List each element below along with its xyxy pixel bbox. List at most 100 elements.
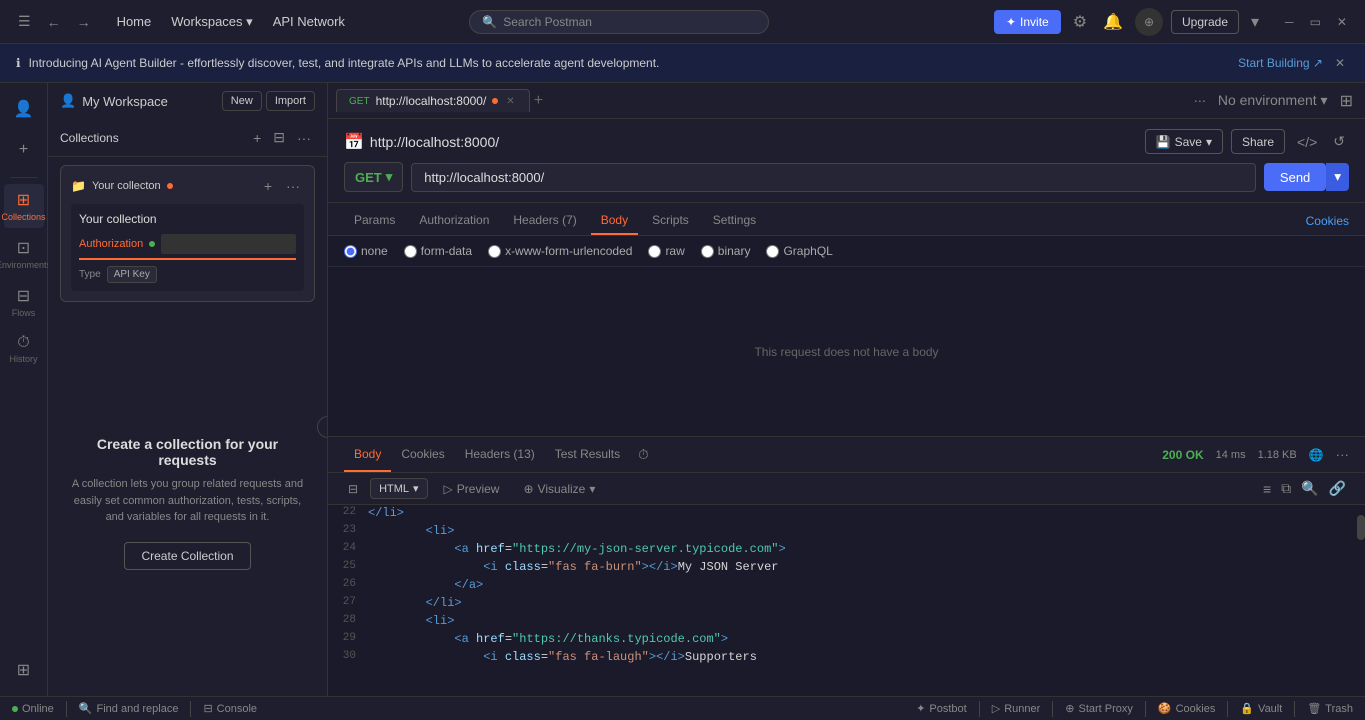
sidebar-item-collections[interactable]: ⊞ Collections xyxy=(4,184,44,228)
tab-headers[interactable]: Headers (7) xyxy=(503,207,586,235)
card-more-icon[interactable]: ··· xyxy=(282,176,304,196)
add-tab-button[interactable]: + xyxy=(534,92,543,110)
divider-1 xyxy=(66,701,67,717)
close-button[interactable]: ✕ xyxy=(1331,11,1353,33)
forward-icon[interactable]: → xyxy=(71,10,97,34)
start-proxy-item[interactable]: ⊕ Start Proxy xyxy=(1065,702,1133,715)
create-collection-button[interactable]: Create Collection xyxy=(124,542,250,570)
upgrade-button[interactable]: Upgrade xyxy=(1171,10,1239,34)
wrap-icon[interactable]: ⊟ xyxy=(344,478,362,500)
minimize-button[interactable]: ─ xyxy=(1279,11,1300,33)
share-button[interactable]: Share xyxy=(1231,129,1285,154)
banner-close-icon[interactable]: ✕ xyxy=(1331,52,1349,74)
vault-item[interactable]: 🔒 Vault xyxy=(1240,702,1282,715)
online-status[interactable]: Online xyxy=(12,703,54,715)
format-select[interactable]: HTML ▾ xyxy=(370,478,427,499)
tab-settings[interactable]: Settings xyxy=(703,207,766,235)
import-button[interactable]: Import xyxy=(266,91,315,111)
postbot-item[interactable]: ✦ Postbot xyxy=(916,702,967,715)
runner-item[interactable]: ▷ Runner xyxy=(992,702,1041,715)
menu-icon[interactable]: ☰ xyxy=(12,9,37,34)
body-option-form-data[interactable]: form-data xyxy=(404,244,472,258)
home-link[interactable]: Home xyxy=(109,10,160,33)
search-resp-icon[interactable]: 🔍 xyxy=(1298,477,1321,500)
link-icon[interactable]: 🔗 xyxy=(1326,477,1349,500)
sidebar-item-workspace[interactable]: 👤 xyxy=(4,93,44,125)
resp-tab-body[interactable]: Body xyxy=(344,437,391,472)
tab-params[interactable]: Params xyxy=(344,207,405,235)
add-collection-icon[interactable]: + xyxy=(249,127,265,148)
panel-more-icon[interactable]: ··· xyxy=(293,127,315,148)
find-replace-icon: 🔍 xyxy=(79,702,93,715)
save-button[interactable]: 💾 Save ▾ xyxy=(1145,129,1223,154)
code-line-29: 29 <a href="https://thanks.typicode.com"… xyxy=(328,631,1365,649)
invite-button[interactable]: ✦ Invite xyxy=(994,10,1061,34)
avatar[interactable]: ⊕ xyxy=(1135,8,1163,36)
body-option-urlencoded[interactable]: x-www-form-urlencoded xyxy=(488,244,632,258)
resp-history-icon[interactable]: ⏱ xyxy=(638,447,648,463)
preview-button[interactable]: ▷ Preview xyxy=(436,479,508,499)
trash-item[interactable]: 🗑 Trash xyxy=(1307,702,1353,715)
notifications-icon[interactable]: 🔔 xyxy=(1099,8,1127,36)
body-option-binary[interactable]: binary xyxy=(701,244,751,258)
list-view-icon[interactable]: ≡ xyxy=(1260,477,1274,500)
url-label: 📅 http://localhost:8000/ xyxy=(344,132,499,152)
layout-icon[interactable]: ⊞ xyxy=(1336,87,1357,115)
copy-icon[interactable]: ⧉ xyxy=(1278,477,1294,500)
api-network-link[interactable]: API Network xyxy=(265,10,353,33)
resp-tab-test-results[interactable]: Test Results xyxy=(545,437,630,472)
card-add-icon[interactable]: + xyxy=(260,176,276,196)
env-selector[interactable]: No environment ▾ xyxy=(1214,87,1332,115)
tab-authorization[interactable]: Authorization xyxy=(409,207,499,235)
send-dropdown-button[interactable]: ▾ xyxy=(1326,163,1349,191)
sidebar-item-history[interactable]: ⏱ History xyxy=(4,328,44,370)
trash-label: Trash xyxy=(1325,703,1353,715)
body-option-raw[interactable]: raw xyxy=(648,244,684,258)
new-button[interactable]: New xyxy=(222,91,262,111)
resp-tab-cookies[interactable]: Cookies xyxy=(391,437,454,472)
tab-close-button[interactable]: ✕ xyxy=(504,96,516,107)
cookies-link[interactable]: Cookies xyxy=(1306,214,1349,228)
code-view-icon[interactable]: </> xyxy=(1293,129,1321,154)
search-icon: 🔍 xyxy=(482,15,497,29)
body-option-none[interactable]: none xyxy=(344,244,388,258)
sidebar-item-add[interactable]: + xyxy=(4,135,44,165)
chevron-down-icon[interactable]: ▾ xyxy=(1247,8,1263,36)
workspaces-link[interactable]: Workspaces ▾ xyxy=(163,10,260,34)
sidebar-item-flows[interactable]: ⊟ Flows xyxy=(4,280,44,324)
send-button[interactable]: Send xyxy=(1264,163,1326,191)
refresh-icon[interactable]: ↺ xyxy=(1329,129,1349,154)
resp-tab-headers[interactable]: Headers (13) xyxy=(455,437,545,472)
response-tabs: Body Cookies Headers (13) Test Results ⏱… xyxy=(328,437,1365,473)
find-replace-item[interactable]: 🔍 Find and replace xyxy=(79,702,179,715)
tab-body[interactable]: Body xyxy=(591,207,638,235)
divider-6 xyxy=(1227,701,1228,717)
titlebar-actions: ✦ Invite ⚙ 🔔 ⊕ Upgrade ▾ xyxy=(994,8,1263,36)
window-controls: ─ ▭ ✕ xyxy=(1279,11,1353,33)
url-input[interactable] xyxy=(411,163,1256,192)
active-request-tab[interactable]: GET http://localhost:8000/ ✕ xyxy=(336,89,530,112)
console-item[interactable]: ⊟ Console xyxy=(203,702,257,715)
settings-icon[interactable]: ⚙ xyxy=(1069,8,1091,36)
filter-icon[interactable]: ⊟ xyxy=(269,127,289,148)
method-select[interactable]: GET ▾ xyxy=(344,162,403,192)
search-bar[interactable]: 🔍 Search Postman xyxy=(469,10,769,34)
scrollbar-track[interactable] xyxy=(1357,505,1365,696)
maximize-button[interactable]: ▭ xyxy=(1304,11,1327,33)
body-option-graphql[interactable]: GraphQL xyxy=(766,244,832,258)
type-dropdown[interactable]: API Key xyxy=(107,266,157,283)
start-building-link[interactable]: Start Building ↗ xyxy=(1238,56,1323,70)
code-area: 22 </li> 23 <li> 24 <a href="https://my-… xyxy=(328,505,1365,696)
resp-more-icon[interactable]: ··· xyxy=(1336,447,1349,462)
cookies-status-item[interactable]: 🍪 Cookies xyxy=(1158,702,1215,715)
visualize-button[interactable]: ⊕ Visualize ▾ xyxy=(515,479,603,499)
sidebar-item-more[interactable]: ⊞ xyxy=(4,654,44,686)
format-label: HTML xyxy=(379,483,409,495)
scrollbar-thumb[interactable] xyxy=(1357,515,1365,540)
tab-url-label: http://localhost:8000/ xyxy=(376,94,487,108)
postbot-label: Postbot xyxy=(929,703,966,715)
tab-more-icon[interactable]: ⋯ xyxy=(1190,87,1210,115)
back-icon[interactable]: ← xyxy=(41,10,67,34)
tab-scripts[interactable]: Scripts xyxy=(642,207,699,235)
sidebar-item-environments[interactable]: ⊡ Environments xyxy=(4,232,44,276)
